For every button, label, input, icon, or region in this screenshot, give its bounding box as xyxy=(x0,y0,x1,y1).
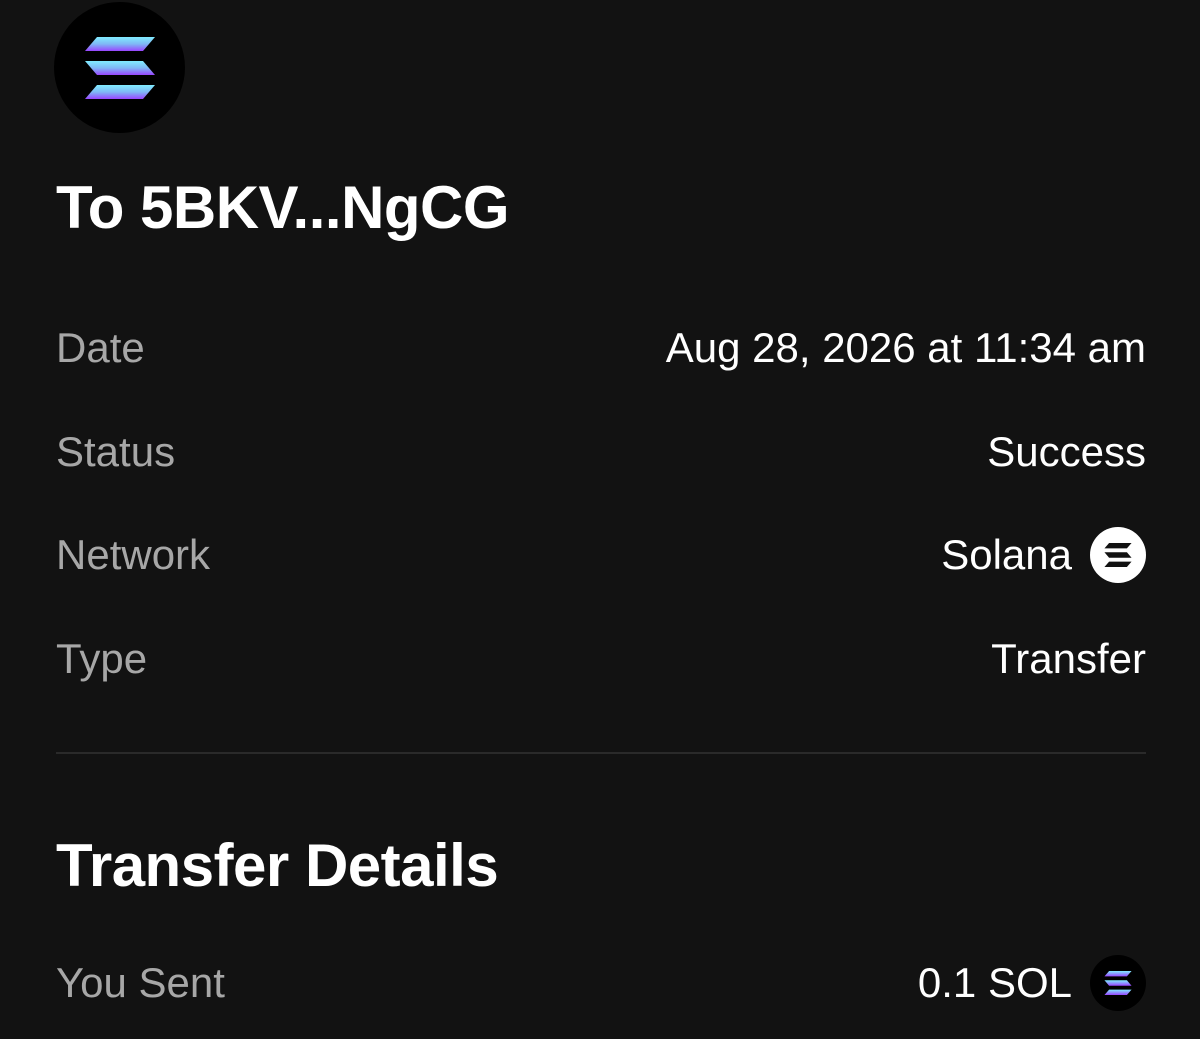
divider xyxy=(56,752,1146,754)
page-title: To 5BKV...NgCG xyxy=(56,174,510,241)
network-name: Solana xyxy=(941,531,1072,578)
status-value: Success xyxy=(987,428,1146,475)
network-value: Solana xyxy=(941,527,1146,583)
detail-row-date: Date Aug 28, 2026 at 11:34 am xyxy=(56,318,1146,378)
you-sent-label: You Sent xyxy=(56,959,225,1006)
type-value: Transfer xyxy=(991,635,1146,682)
detail-row-network: Network Solana xyxy=(56,525,1146,585)
transaction-detail-screen: To 5BKV...NgCG Date Aug 28, 2026 at 11:3… xyxy=(0,0,1200,1039)
date-label: Date xyxy=(56,324,145,371)
detail-row-you-sent: You Sent 0.1 SOL xyxy=(56,953,1146,1013)
solana-logo-icon xyxy=(54,2,185,133)
detail-row-type: Type Transfer xyxy=(56,629,1146,689)
section-title-transfer-details: Transfer Details xyxy=(56,832,499,899)
you-sent-amount: 0.1 SOL xyxy=(917,959,1072,1006)
type-label: Type xyxy=(56,635,148,682)
date-value: Aug 28, 2026 at 11:34 am xyxy=(665,324,1146,371)
detail-row-status: Status Success xyxy=(56,422,1146,482)
sol-token-icon xyxy=(1090,955,1146,1011)
solana-icon xyxy=(1090,527,1146,583)
you-sent-value: 0.1 SOL xyxy=(918,955,1146,1011)
network-label: Network xyxy=(56,531,211,578)
status-label: Status xyxy=(56,428,176,475)
